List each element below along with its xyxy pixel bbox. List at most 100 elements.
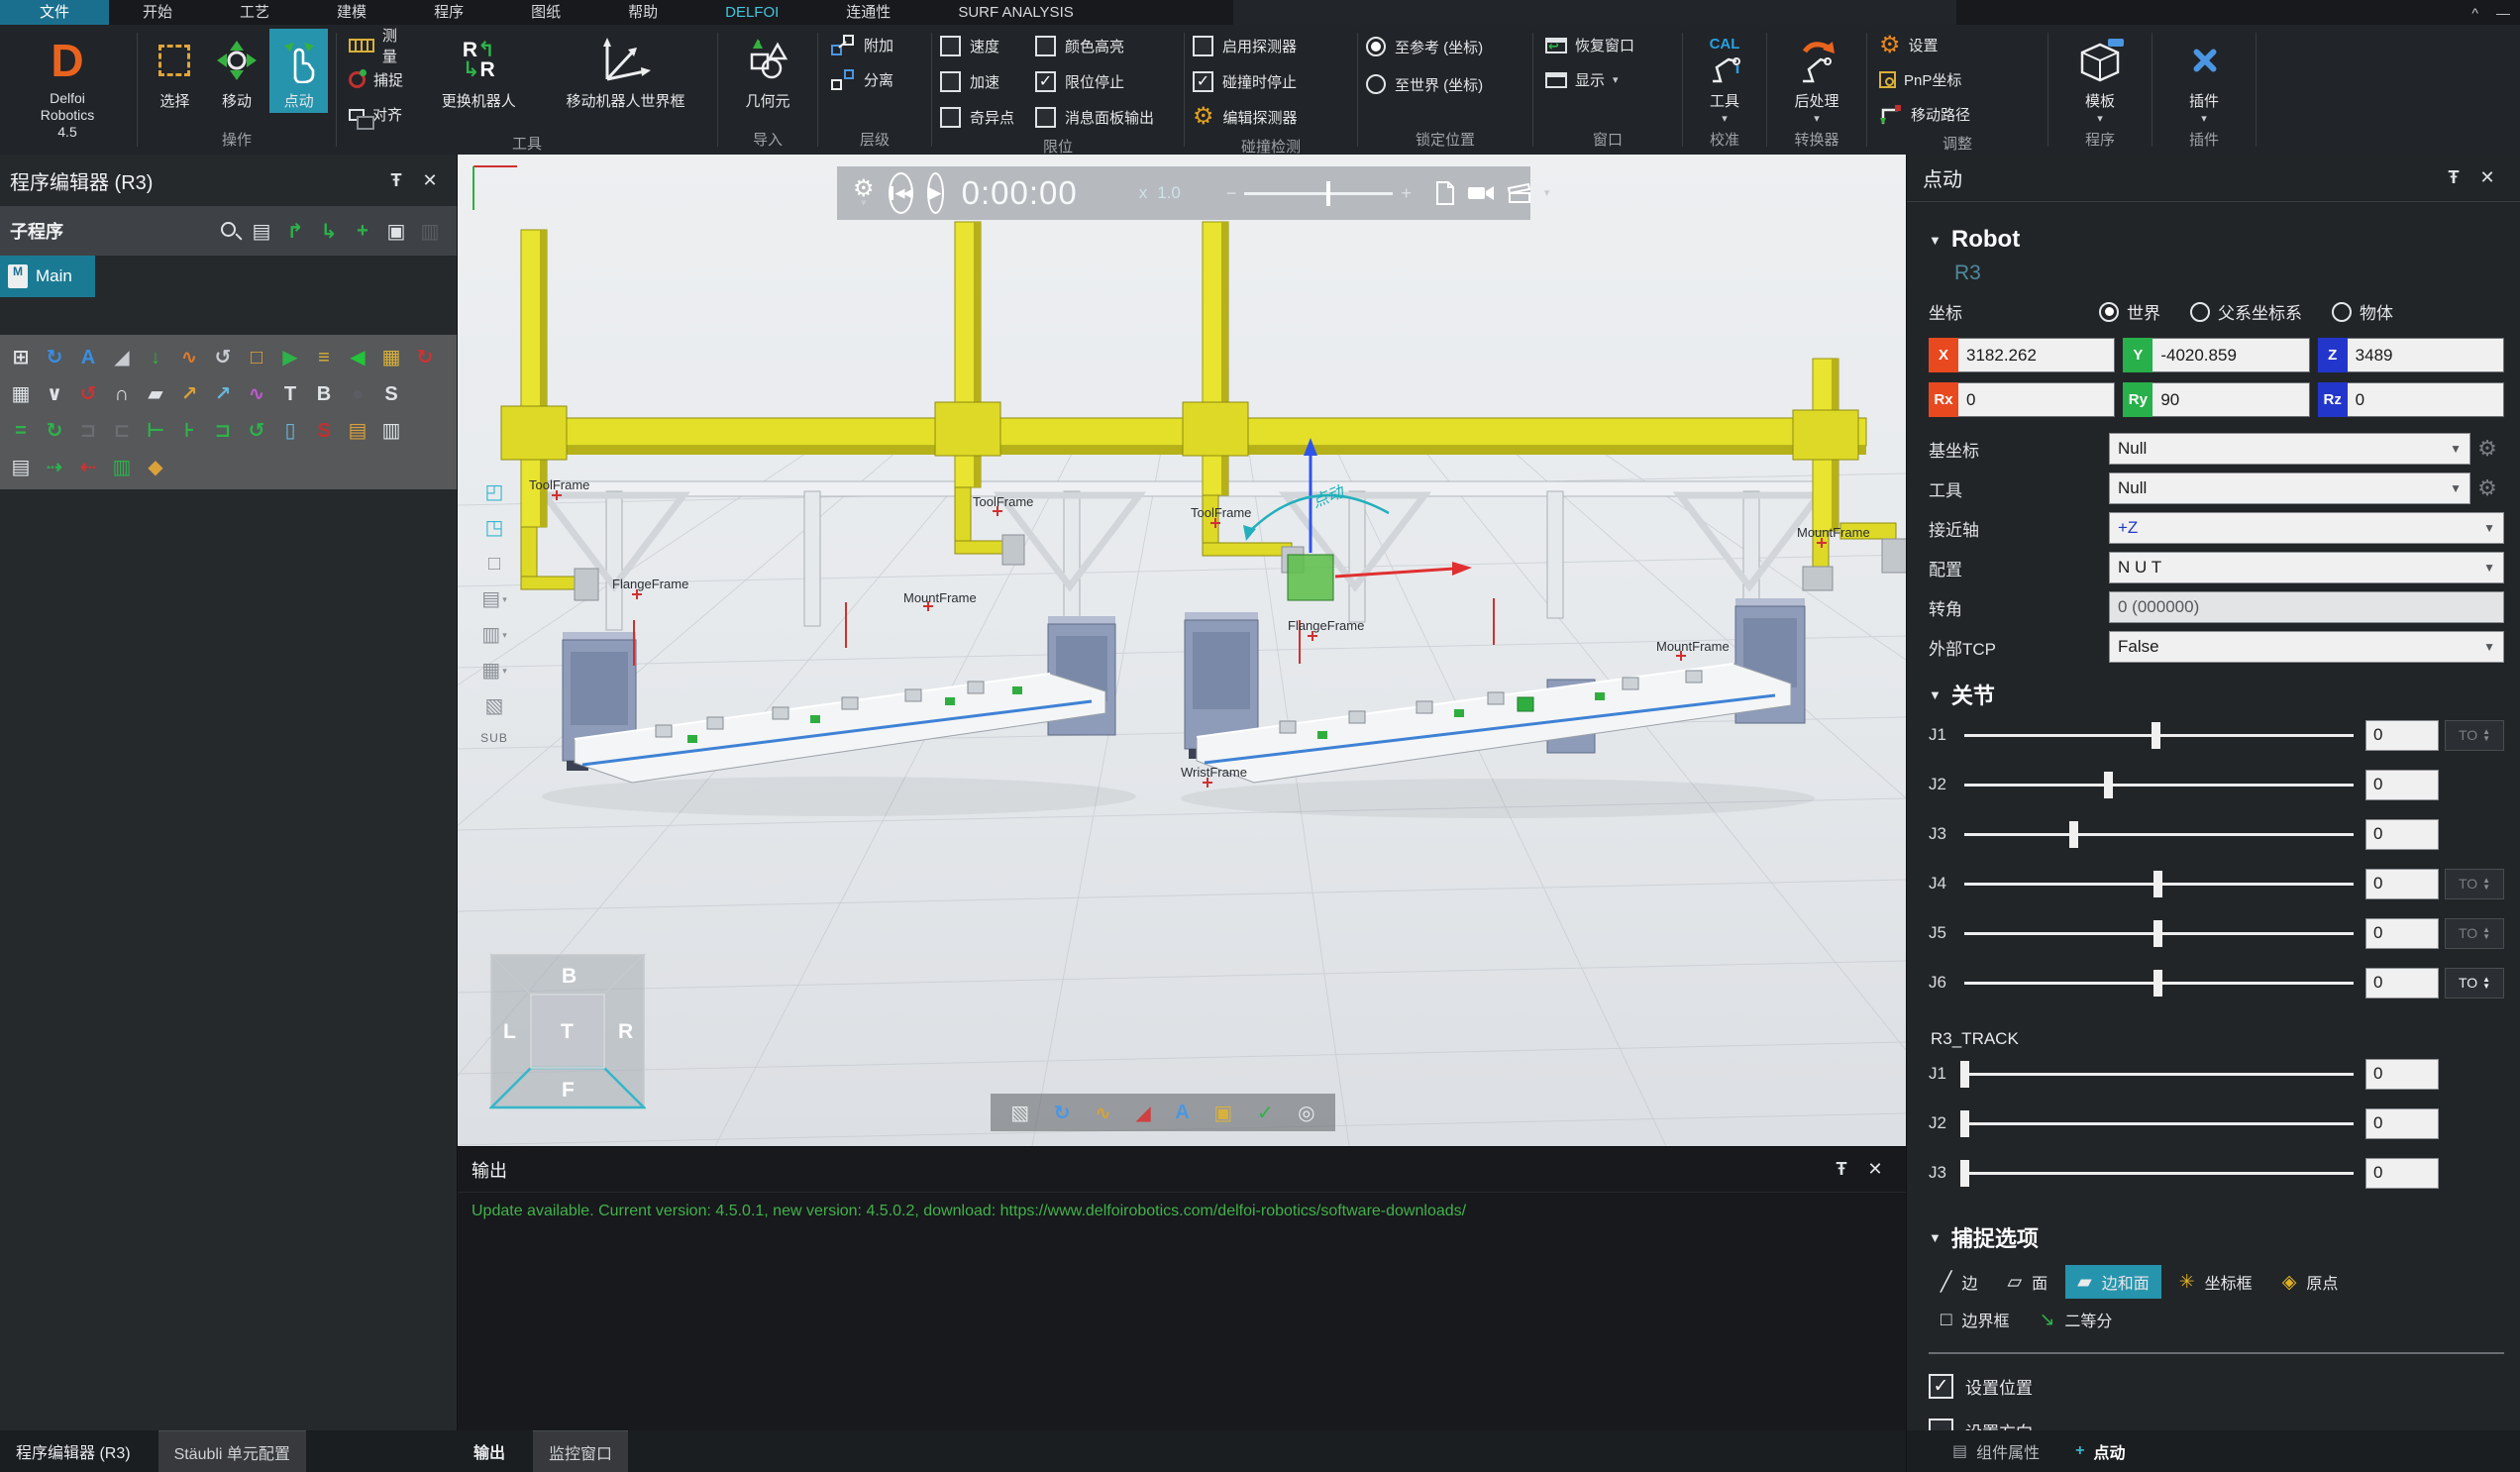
validate-icon[interactable]: ✓ bbox=[1257, 1101, 1274, 1125]
toolbar-icon[interactable]: ▯ bbox=[273, 414, 307, 448]
j2-value[interactable]: 0 bbox=[2365, 770, 2439, 800]
copy-program-icon[interactable]: ▣ bbox=[379, 219, 413, 244]
j6-to-button[interactable]: TO▲▼ bbox=[2445, 968, 2504, 999]
j3-value[interactable]: 0 bbox=[2365, 819, 2439, 850]
accel-checkbox[interactable]: 加速 bbox=[940, 64, 1031, 98]
j4-slider-thumb[interactable] bbox=[2153, 871, 2162, 897]
film-icon[interactable] bbox=[1507, 182, 1532, 204]
snap-origin-button[interactable]: ◈原点 bbox=[2270, 1265, 2351, 1299]
coord-world-radio[interactable]: 世界 bbox=[2099, 299, 2160, 324]
tool-select[interactable]: Null▼ bbox=[2109, 473, 2470, 504]
j5-to-button[interactable]: TO▲▼ bbox=[2445, 918, 2504, 949]
toolbar-icon[interactable]: ◆ bbox=[139, 451, 172, 484]
base-frame-gear-icon[interactable]: ⚙ bbox=[2470, 436, 2504, 462]
snap-frame-button[interactable]: ✳坐标框 bbox=[2167, 1265, 2264, 1299]
toolbar-icon[interactable]: ▥ bbox=[374, 414, 408, 448]
attach-button[interactable]: 附加 bbox=[826, 29, 897, 61]
toolbar-icon[interactable]: ∿ bbox=[240, 377, 273, 411]
section-view-icon[interactable]: ▧ bbox=[485, 695, 504, 717]
select-tool-icon[interactable]: ▧ bbox=[1010, 1101, 1029, 1125]
toolbar-icon[interactable]: ↗ bbox=[206, 377, 240, 411]
snap-edge-face-button[interactable]: ▰边和面 bbox=[2065, 1265, 2161, 1299]
approach-axis-select[interactable]: +Z▼ bbox=[2109, 512, 2504, 544]
message-output-checkbox[interactable]: 消息面板输出 bbox=[1035, 100, 1154, 134]
menu-file[interactable]: 文件 bbox=[0, 0, 109, 25]
restore-window-button[interactable]: 恢复窗口 bbox=[1541, 29, 1638, 61]
3d-viewport[interactable]: ToolFrame ToolFrame ToolFrame FlangeFram… bbox=[458, 155, 1906, 1146]
view-cube[interactable]: B L R F T bbox=[489, 953, 646, 1109]
toolbar-icon[interactable]: ↺ bbox=[240, 414, 273, 448]
toolbar-icon[interactable]: ↻ bbox=[38, 341, 71, 374]
j6-slider-thumb[interactable] bbox=[2153, 970, 2162, 997]
track-j3-value[interactable]: 0 bbox=[2365, 1158, 2439, 1189]
skip-to-start-button[interactable]: ◀◀ bbox=[889, 172, 913, 214]
menu-start[interactable]: 开始 bbox=[109, 0, 206, 25]
toolbar-icon[interactable]: ⊢ bbox=[139, 414, 172, 448]
toolbar-icon[interactable]: ▦ bbox=[374, 341, 408, 374]
speed-minus-icon[interactable]: − bbox=[1226, 183, 1237, 204]
snap-options-section-header[interactable]: ▼捕捉选项 bbox=[1929, 1221, 2504, 1253]
pin-icon[interactable]: Ŧ bbox=[1825, 1159, 1858, 1180]
fit-view-icon[interactable]: ◰ bbox=[485, 481, 504, 503]
toolbar-icon[interactable]: ⊏ bbox=[105, 414, 139, 448]
rx-field[interactable]: Rx0 bbox=[1929, 382, 2115, 417]
toolbar-icon[interactable]: ▤ bbox=[341, 414, 374, 448]
menu-program[interactable]: 程序 bbox=[400, 0, 497, 25]
tab-component-properties[interactable]: ▤组件属性 bbox=[1952, 1439, 2040, 1463]
menu-connectivity[interactable]: 连通性 bbox=[812, 0, 924, 25]
film-caret-icon[interactable]: ▾ bbox=[1544, 189, 1550, 197]
singularity-checkbox[interactable]: 奇异点 bbox=[940, 100, 1031, 134]
track-j2-slider[interactable] bbox=[1964, 1122, 2354, 1125]
z-value[interactable]: 3489 bbox=[2348, 338, 2504, 372]
track-j2-value[interactable]: 0 bbox=[2365, 1108, 2439, 1139]
j5-slider-thumb[interactable] bbox=[2153, 920, 2162, 947]
j5-slider[interactable] bbox=[1964, 932, 2354, 935]
ribbon-collapse-icon[interactable]: ^ bbox=[2471, 5, 2478, 21]
toolbar-icon[interactable]: ∩ bbox=[105, 377, 139, 411]
pnp-frame-button[interactable]: PnP坐标 bbox=[1875, 63, 1974, 96]
track-j1-value[interactable]: 0 bbox=[2365, 1059, 2439, 1090]
j4-to-button[interactable]: TO▲▼ bbox=[2445, 869, 2504, 899]
toolbar-icon[interactable]: ⇠ bbox=[71, 451, 105, 484]
move-robot-world-button[interactable]: 移动机器人世界框 bbox=[542, 29, 709, 113]
robot-section-header[interactable]: ▼Robot bbox=[1929, 226, 2504, 254]
toolbar-icon[interactable]: ⊐ bbox=[71, 414, 105, 448]
menu-help[interactable]: 帮助 bbox=[594, 0, 691, 25]
toolbar-icon[interactable]: ▦ bbox=[4, 377, 38, 411]
edit-detector-button[interactable]: ⚙编辑探测器 bbox=[1193, 100, 1298, 134]
tool-gear-icon[interactable]: ⚙ bbox=[2470, 475, 2504, 501]
menu-surf-analysis[interactable]: SURF ANALYSIS bbox=[924, 0, 1106, 25]
display-button[interactable]: 显示▾ bbox=[1541, 63, 1638, 96]
snap-bbox-button[interactable]: □边界框 bbox=[1929, 1303, 2022, 1336]
component-view-icon[interactable]: ▦▾ bbox=[481, 660, 506, 682]
j1-to-button[interactable]: TO▲▼ bbox=[2445, 720, 2504, 751]
toolbar-icon[interactable]: ● bbox=[341, 377, 374, 411]
track-j3-slider[interactable] bbox=[1964, 1172, 2354, 1175]
playback-settings-icon[interactable]: ⚙▾ bbox=[853, 179, 875, 207]
limit-stop-checkbox[interactable]: ✓限位停止 bbox=[1035, 64, 1154, 98]
render-mode-icon[interactable]: ▥▾ bbox=[481, 624, 506, 646]
snap-face-button[interactable]: ▱面 bbox=[1995, 1265, 2059, 1299]
j2-slider-thumb[interactable] bbox=[2104, 772, 2113, 798]
delfoi-logo-button[interactable]: D Delfoi Robotics4.5 bbox=[25, 29, 110, 143]
speed-slider[interactable]: − + bbox=[1226, 183, 1412, 204]
postprocess-button[interactable]: 后处理 ▾ bbox=[1775, 29, 1858, 125]
toolbar-icon[interactable]: ↺ bbox=[206, 341, 240, 374]
toolbar-icon[interactable]: ▥ bbox=[105, 451, 139, 484]
measure-button[interactable]: 测量 bbox=[345, 29, 416, 61]
toolbar-icon[interactable]: ◢ bbox=[105, 341, 139, 374]
y-field[interactable]: Y-4020.859 bbox=[2123, 338, 2309, 372]
toolbar-icon[interactable]: ◀ bbox=[341, 341, 374, 374]
toolbar-icon[interactable]: S bbox=[374, 377, 408, 411]
track-j3-slider-thumb[interactable] bbox=[1960, 1160, 1969, 1187]
tab-staubli-cell-config[interactable]: Stäubli 单元配置 bbox=[158, 1430, 306, 1472]
pin-icon[interactable]: Ŧ bbox=[2437, 167, 2470, 188]
snap-button[interactable]: 捕捉 bbox=[345, 63, 416, 96]
j5-value[interactable]: 0 bbox=[2365, 918, 2439, 949]
swap-tool-icon[interactable]: ↻ bbox=[1054, 1101, 1071, 1125]
minimize-icon[interactable]: — bbox=[2496, 5, 2510, 21]
export-program-icon[interactable]: ↳ bbox=[312, 219, 346, 244]
external-tcp-select[interactable]: False▼ bbox=[2109, 631, 2504, 663]
detach-button[interactable]: 分离 bbox=[826, 63, 897, 96]
toolbar-icon[interactable]: ⊐ bbox=[206, 414, 240, 448]
